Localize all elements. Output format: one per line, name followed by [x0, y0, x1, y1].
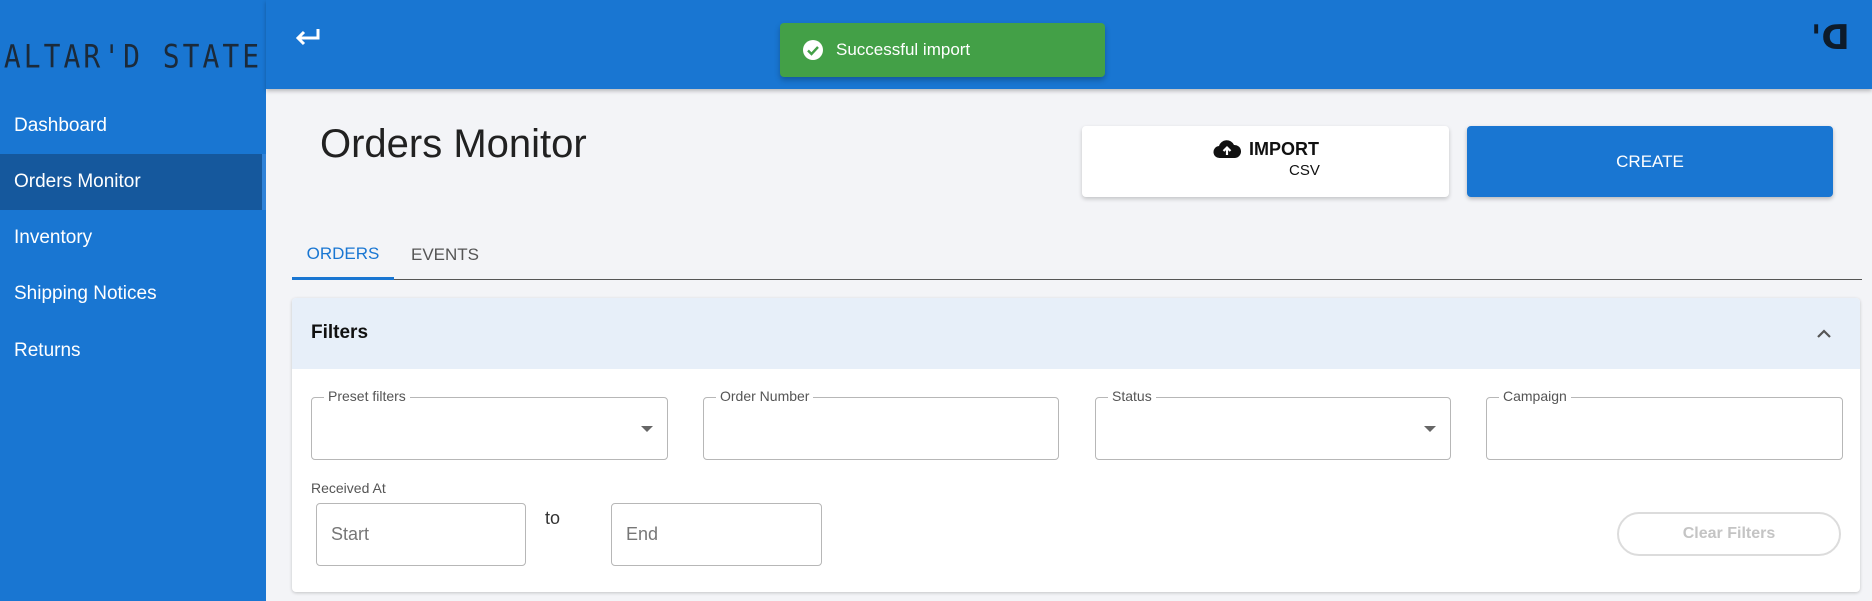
- return-arrow-icon: [295, 29, 320, 46]
- caret-down-icon: [1424, 426, 1436, 432]
- filters-title: Filters: [311, 322, 369, 343]
- start-date-input[interactable]: Start: [316, 503, 526, 566]
- import-csv-button[interactable]: IMPORT CSV: [1082, 126, 1449, 197]
- tab-bar: ORDERS EVENTS: [292, 230, 1862, 280]
- sidebar-item-shipping-notices[interactable]: Shipping Notices: [0, 266, 266, 322]
- cloud-upload-icon: [1213, 140, 1241, 159]
- filters-header[interactable]: Filters: [292, 298, 1860, 369]
- sidebar-item-inventory[interactable]: Inventory: [0, 210, 266, 266]
- clear-filters-button[interactable]: Clear Filters: [1617, 512, 1841, 556]
- toast-message: Successful import: [836, 40, 971, 59]
- filters-panel: Filters Preset filters Order Number Stat…: [292, 298, 1860, 592]
- preset-filters-select[interactable]: Preset filters: [311, 388, 668, 460]
- order-number-label: Order Number: [716, 388, 814, 404]
- sidebar-item-dashboard[interactable]: Dashboard: [0, 98, 266, 154]
- import-sublabel: CSV: [1289, 162, 1320, 179]
- back-button[interactable]: [290, 20, 324, 54]
- order-number-field[interactable]: Order Number: [703, 388, 1059, 460]
- page-title: Orders Monitor: [320, 122, 587, 166]
- tab-orders[interactable]: ORDERS: [292, 230, 394, 280]
- tab-events[interactable]: EVENTS: [394, 230, 496, 280]
- received-at-label: Received At: [311, 480, 386, 496]
- success-toast: Successful import: [780, 23, 1105, 77]
- date-range-separator: to: [545, 508, 561, 528]
- status-label: Status: [1108, 388, 1156, 404]
- caret-down-icon: [641, 426, 653, 432]
- campaign-field[interactable]: Campaign: [1486, 388, 1843, 460]
- sidebar-item-returns[interactable]: Returns: [0, 323, 266, 379]
- end-date-input[interactable]: End: [611, 503, 822, 566]
- preset-filters-label: Preset filters: [324, 388, 410, 404]
- brand-mark: D': [1811, 18, 1850, 58]
- check-circle-icon: [803, 40, 823, 60]
- sidebar-item-orders-monitor[interactable]: Orders Monitor: [0, 154, 266, 210]
- status-select[interactable]: Status: [1095, 388, 1451, 460]
- logo: ALTAR'D STATE: [3, 37, 263, 76]
- create-button[interactable]: CREATE: [1467, 126, 1833, 197]
- import-label: IMPORT: [1249, 138, 1319, 159]
- sidebar: ALTAR'D STATE Dashboard Orders Monitor I…: [0, 0, 266, 601]
- campaign-label: Campaign: [1499, 388, 1571, 404]
- chevron-up-icon[interactable]: [1812, 322, 1836, 346]
